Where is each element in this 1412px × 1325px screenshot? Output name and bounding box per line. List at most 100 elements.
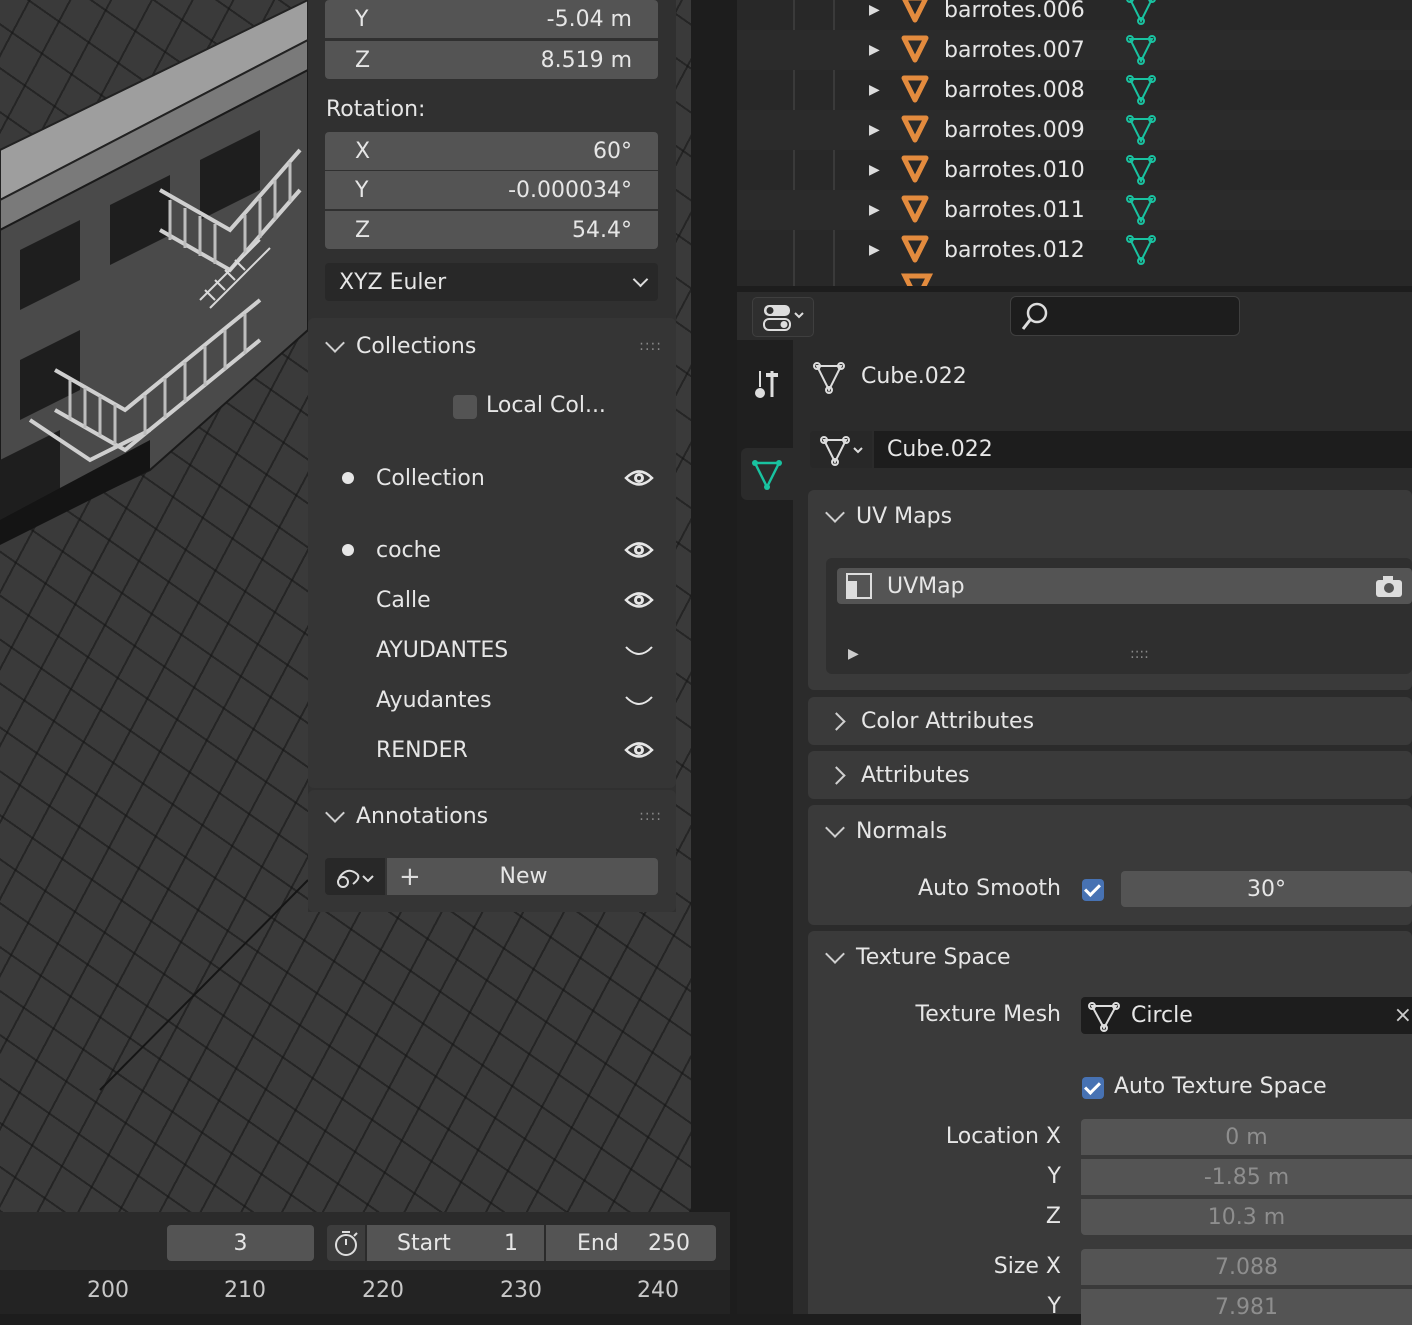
rotation-label: Rotation: (326, 97, 426, 122)
expand-triangle-icon[interactable]: ▶ (869, 42, 880, 58)
color-attributes-header[interactable]: Color Attributes (808, 697, 1034, 745)
collection-item[interactable]: AYUDANTES (330, 630, 660, 670)
tab-mesh-data[interactable] (741, 448, 793, 500)
end-frame-field[interactable]: End 250 (546, 1225, 716, 1261)
collection-item[interactable]: Collection (330, 458, 660, 498)
search-icon (1021, 302, 1048, 330)
collection-item[interactable]: Ayudantes (330, 680, 660, 720)
local-collections-checkbox[interactable] (453, 395, 477, 419)
outliner-row[interactable]: ▶ barrotes.012 (737, 230, 1412, 270)
mesh-icon (1088, 1001, 1120, 1032)
area-divider[interactable] (730, 1212, 737, 1314)
collection-item[interactable]: RENDER (330, 730, 660, 770)
eye-closed-icon[interactable] (624, 689, 654, 711)
expand-triangle-icon[interactable]: ▶ (869, 122, 880, 138)
outliner-row[interactable]: ▶ barrotes.009 (737, 110, 1412, 150)
annotations-header[interactable]: Annotations :::: (308, 790, 676, 842)
normals-header[interactable]: Normals (808, 805, 947, 857)
collection-name: RENDER (376, 737, 468, 763)
outliner-row[interactable]: ▶ barrotes.008 (737, 70, 1412, 110)
drag-grip-icon[interactable]: :::: (639, 338, 662, 354)
eye-icon[interactable] (624, 589, 654, 611)
collection-item[interactable]: Calle (330, 580, 660, 620)
uv-maps-header[interactable]: UV Maps (808, 490, 952, 542)
expand-triangle-icon[interactable]: ▶ (869, 2, 880, 18)
mesh-data-icon[interactable] (1125, 114, 1159, 146)
mesh-name-field[interactable]: Cube.022 (874, 431, 1412, 468)
outliner-row[interactable]: ▶ barrotes.010 (737, 150, 1412, 190)
outliner-row[interactable]: ▶ barrotes.011 (737, 190, 1412, 230)
expand-triangle-icon[interactable]: ▶ (869, 162, 880, 178)
ruler-tick: 220 (362, 1278, 404, 1303)
mesh-data-icon[interactable] (1125, 194, 1159, 226)
eye-icon[interactable] (624, 467, 654, 489)
collection-item[interactable]: coche (330, 530, 660, 570)
outliner[interactable]: ▶ barrotes.006 ▶ barrotes.007 ▶ barrotes.008 ▶… (737, 0, 1412, 286)
rotation-x-field[interactable]: X 60° (325, 132, 658, 170)
mesh-data-icon[interactable] (1125, 34, 1159, 66)
chevron-down-icon (825, 503, 845, 523)
close-icon[interactable]: × (1394, 1003, 1412, 1028)
size-y-label: Y (1047, 1294, 1061, 1319)
attributes-header[interactable]: Attributes (808, 751, 970, 799)
outliner-item-name: barrotes.009 (944, 117, 1085, 143)
ruler-tick: 210 (224, 1278, 266, 1303)
properties-search-input[interactable] (1010, 296, 1240, 336)
active-dot-icon (342, 544, 354, 556)
drag-grip-icon[interactable]: :::: (639, 808, 662, 824)
object-name: Cube.022 (861, 364, 967, 389)
mesh-data-icon[interactable] (1125, 234, 1159, 266)
location-y-field[interactable]: Y -5.04 m (325, 0, 658, 38)
eye-closed-icon[interactable] (624, 639, 654, 661)
outliner-row[interactable]: ▶ barrotes.007 (737, 30, 1412, 70)
annotation-datablock-dropdown[interactable] (325, 858, 385, 895)
auto-smooth-checkbox[interactable] (1082, 879, 1104, 901)
outliner-item-name: barrotes.011 (944, 197, 1085, 223)
chevron-down-icon (632, 271, 649, 287)
eye-icon[interactable] (624, 739, 654, 761)
outliner-item-name: barrotes.007 (944, 37, 1085, 63)
auto-smooth-angle-field[interactable]: 30° (1121, 871, 1412, 907)
texture-location-y-field: -1.85 m (1081, 1159, 1412, 1195)
rotation-mode-select[interactable]: XYZ Euler (325, 263, 658, 301)
start-frame-field[interactable]: Start 1 (367, 1225, 544, 1261)
collection-name: AYUDANTES (376, 637, 509, 663)
texture-mesh-label: Texture Mesh (915, 1002, 1061, 1027)
drag-grip-icon[interactable]: :::: (1130, 646, 1149, 662)
annotation-new-button[interactable]: + New (387, 858, 658, 895)
object-icon (901, 155, 929, 183)
mesh-data-icon[interactable] (1125, 74, 1159, 106)
rotation-z-field[interactable]: Z 54.4° (325, 211, 658, 249)
chevron-right-icon (827, 711, 846, 731)
texture-location-z-field: 10.3 m (1081, 1199, 1412, 1235)
editor-type-dropdown[interactable] (752, 297, 814, 337)
expand-triangle-icon[interactable]: ▶ (869, 202, 880, 218)
rotation-y-field[interactable]: Y -0.000034° (325, 171, 658, 209)
auto-texture-space-label: Auto Texture Space (1114, 1074, 1327, 1099)
expand-triangle-icon[interactable]: ▶ (869, 82, 880, 98)
location-z-field[interactable]: Z 8.519 m (325, 41, 658, 79)
uv-map-item[interactable]: UVMap (837, 568, 1412, 604)
auto-texture-space-checkbox[interactable] (1082, 1077, 1104, 1099)
expand-triangle-icon[interactable]: ▶ (869, 242, 880, 258)
expand-triangle-icon[interactable]: ▶ (848, 646, 859, 662)
texture-space-header[interactable]: Texture Space (808, 931, 1011, 983)
area-divider[interactable] (691, 0, 737, 1212)
chevron-down-icon (825, 944, 845, 964)
current-frame-field[interactable]: 3 (167, 1225, 314, 1261)
collections-header[interactable]: Collections :::: (308, 320, 676, 372)
active-dot-icon (342, 472, 354, 484)
preview-range-toggle[interactable] (327, 1225, 365, 1261)
chevron-down-icon (825, 818, 845, 838)
collection-name: Collection (376, 465, 485, 491)
mesh-data-icon[interactable] (1125, 0, 1159, 26)
mesh-data-icon[interactable] (1125, 154, 1159, 186)
texture-mesh-field[interactable]: Circle × (1081, 997, 1412, 1034)
location-z-label: Z (1045, 1204, 1061, 1229)
eye-icon[interactable] (624, 539, 654, 561)
mesh-browse-dropdown[interactable] (810, 431, 872, 468)
tab-tool[interactable] (745, 362, 789, 406)
camera-icon[interactable] (1374, 573, 1404, 599)
object-icon (901, 235, 929, 263)
outliner-row[interactable]: ▶ barrotes.006 (737, 0, 1412, 30)
